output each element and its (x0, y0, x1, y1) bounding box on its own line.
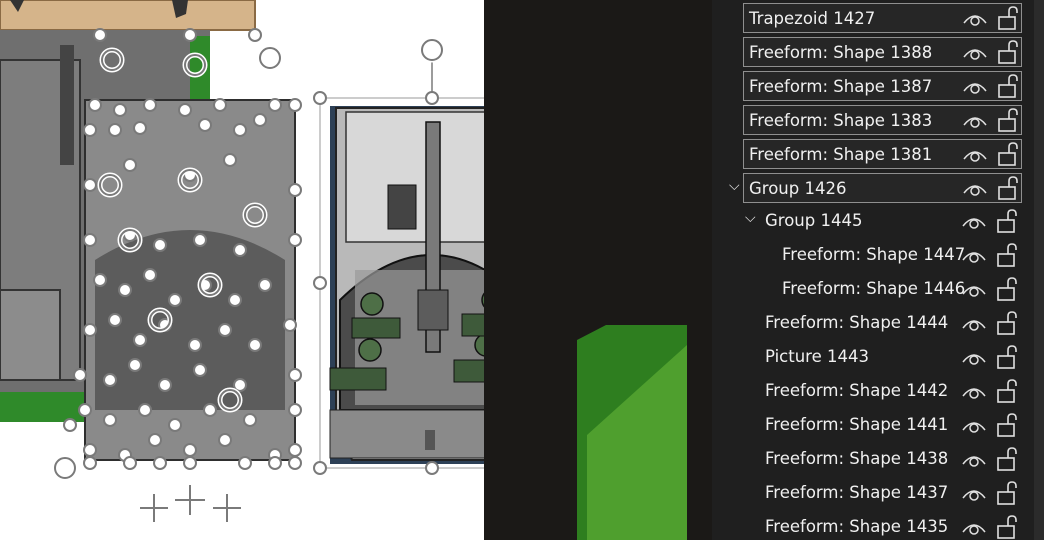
pane-row[interactable]: ⌵ Group 1426 (729, 173, 1022, 203)
eye-icon[interactable] (962, 248, 986, 264)
pane-row-label: Freeform: Shape 1446 (782, 279, 966, 298)
engine-deck (0, 289, 61, 381)
pane-row[interactable]: Freeform: Shape 1383 (743, 105, 1022, 135)
unlock-icon[interactable] (997, 176, 1019, 200)
pane-row[interactable]: ⌵ Group 1445 (712, 206, 1028, 238)
pane-row-label: Freeform: Shape 1444 (765, 313, 949, 332)
pane-row[interactable]: Freeform: Shape 1435 (712, 512, 1028, 540)
pane-row[interactable]: Freeform: Shape 1444 (712, 308, 1028, 340)
chevron-down-icon[interactable]: ⌵ (745, 210, 761, 230)
eye-icon[interactable] (963, 79, 987, 95)
pane-row-label: Freeform: Shape 1438 (765, 449, 949, 468)
eye-icon[interactable] (962, 384, 986, 400)
pane-row[interactable]: Freeform: Shape 1446 (712, 274, 1028, 306)
unlock-icon[interactable] (996, 311, 1018, 335)
unlock-icon[interactable] (997, 142, 1019, 166)
pane-row-label: Freeform: Shape 1381 (749, 145, 933, 164)
hatch (387, 184, 417, 230)
pane-row-label: Group 1426 (749, 179, 847, 198)
pane-row[interactable]: Freeform: Shape 1437 (712, 478, 1028, 510)
unlock-icon[interactable] (997, 108, 1019, 132)
unlock-icon[interactable] (996, 413, 1018, 437)
eye-icon[interactable] (962, 418, 986, 434)
front-hull (329, 409, 484, 459)
pane-scrollbar[interactable] (1034, 0, 1044, 540)
middle-turret (95, 230, 285, 410)
eye-icon[interactable] (963, 45, 987, 61)
chevron-down-icon[interactable]: ⌵ (729, 178, 745, 198)
green-stripe (190, 36, 210, 104)
pane-row[interactable]: Freeform: Shape 1442 (712, 376, 1028, 408)
pane-row-label: Freeform: Shape 1441 (765, 415, 949, 434)
dark-backdrop (484, 0, 712, 540)
pane-row-label: Freeform: Shape 1435 (765, 517, 949, 536)
pane-row[interactable]: Freeform: Shape 1447 (712, 240, 1028, 272)
unlock-icon[interactable] (996, 209, 1018, 233)
eye-icon[interactable] (962, 316, 986, 332)
pane-row[interactable]: Freeform: Shape 1438 (712, 444, 1028, 476)
slide-canvas[interactable] (0, 0, 484, 540)
pane-row-label: Freeform: Shape 1442 (765, 381, 949, 400)
eye-icon[interactable] (963, 11, 987, 27)
eye-icon[interactable] (962, 486, 986, 502)
unlock-icon[interactable] (996, 345, 1018, 369)
pane-row[interactable]: Trapezoid 1427 (743, 3, 1022, 33)
pane-row[interactable]: Picture 1443 (712, 342, 1028, 374)
unlock-icon[interactable] (996, 515, 1018, 539)
pane-row-label: Freeform: Shape 1383 (749, 111, 933, 130)
selection-pane: Trapezoid 1427 Freeform: Shape 1388 Freefo… (712, 0, 1044, 540)
pane-row-label: Freeform: Shape 1387 (749, 77, 933, 96)
pane-row-label: Freeform: Shape 1437 (765, 483, 949, 502)
unlock-icon[interactable] (996, 379, 1018, 403)
pane-row[interactable]: Freeform: Shape 1441 (712, 410, 1028, 442)
tow-hook (425, 430, 435, 450)
eye-icon[interactable] (962, 452, 986, 468)
eye-icon[interactable] (962, 520, 986, 536)
unlock-icon[interactable] (996, 243, 1018, 267)
slide-artwork (0, 0, 484, 522)
unlock-icon[interactable] (996, 277, 1018, 301)
gun-breech (417, 289, 449, 331)
pane-row[interactable]: Freeform: Shape 1387 (743, 71, 1022, 101)
pane-row-label: Trapezoid 1427 (749, 9, 876, 28)
unlock-icon[interactable] (997, 74, 1019, 98)
unlock-icon[interactable] (996, 481, 1018, 505)
eye-icon[interactable] (963, 181, 987, 197)
eye-icon[interactable] (963, 147, 987, 163)
pane-row[interactable]: Freeform: Shape 1381 (743, 139, 1022, 169)
pane-row-label: Picture 1443 (765, 347, 869, 366)
eye-icon[interactable] (963, 113, 987, 129)
pane-row-label: Group 1445 (765, 211, 863, 230)
unlock-icon[interactable] (997, 40, 1019, 64)
unlock-icon[interactable] (996, 447, 1018, 471)
pane-row-label: Freeform: Shape 1388 (749, 43, 933, 62)
tan-shape[interactable] (0, 0, 256, 31)
eye-icon[interactable] (962, 214, 986, 230)
eye-icon[interactable] (962, 282, 986, 298)
eye-icon[interactable] (962, 350, 986, 366)
pane-row[interactable]: Freeform: Shape 1388 (743, 37, 1022, 67)
gun-barrel-left (60, 45, 74, 165)
unlock-icon[interactable] (997, 6, 1019, 30)
pane-row-label: Freeform: Shape 1447 (782, 245, 966, 264)
